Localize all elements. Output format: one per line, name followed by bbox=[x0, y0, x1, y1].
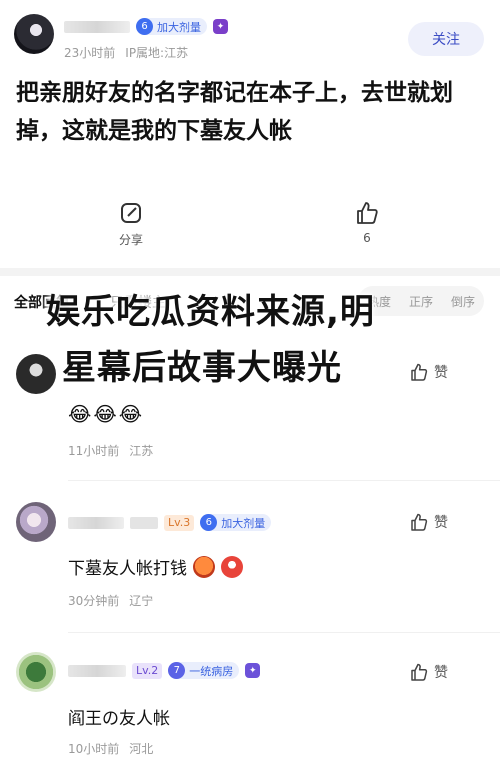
comment-emojis: 😂😂😂 bbox=[68, 402, 145, 426]
post-location: IP属地:江苏 bbox=[125, 46, 189, 60]
poster-name-blurred[interactable] bbox=[64, 20, 130, 33]
follow-button[interactable]: 关注 bbox=[408, 22, 484, 56]
share-button[interactable]: 分享 bbox=[118, 200, 144, 248]
thumbs-up-icon bbox=[411, 513, 428, 531]
post-time: 23小时前 bbox=[64, 46, 116, 60]
comment-location: 江苏 bbox=[129, 444, 154, 458]
like-label: 赞 bbox=[434, 515, 448, 531]
commenter-name-row: Lv.2 7 一统病房 ✦ bbox=[68, 662, 261, 679]
commenter-name-blurred[interactable] bbox=[68, 664, 126, 677]
commenter-name-row: Lv.3 6 加大剂量 bbox=[68, 514, 272, 531]
comment-text: 下墓友人帐打钱 bbox=[68, 559, 187, 579]
section-divider bbox=[0, 268, 500, 276]
comment-meta: 30分钟前 辽宁 bbox=[68, 592, 153, 609]
comment-text: 阎王の友人帐 bbox=[68, 709, 170, 729]
like-button[interactable]: 6 bbox=[354, 200, 380, 245]
sort-asc[interactable]: 正序 bbox=[400, 293, 442, 310]
thumbs-up-icon bbox=[411, 663, 428, 681]
badge-label: 加大剂量 bbox=[221, 516, 266, 530]
comment-location: 河北 bbox=[129, 742, 154, 756]
original-post: 6 加大剂量 ✦ 23小时前 IP属地:江苏 关注 把亲朋好友的名字都记在本子上… bbox=[0, 0, 500, 268]
sort-switch: 热度 正序 倒序 bbox=[357, 286, 484, 316]
like-count: 6 bbox=[363, 231, 371, 245]
comment-time: 30分钟前 bbox=[68, 594, 120, 608]
poster-avatar[interactable] bbox=[14, 14, 54, 54]
title-badge: 6 加大剂量 bbox=[200, 514, 272, 531]
medal-icon: ✦ bbox=[213, 19, 228, 34]
user-level: Lv.3 bbox=[164, 514, 195, 531]
thumbs-up-icon bbox=[411, 363, 428, 381]
comment-time: 11小时前 bbox=[68, 444, 120, 458]
badge-level: 7 bbox=[168, 662, 186, 679]
poster-name-row: 6 加大剂量 ✦ bbox=[64, 18, 228, 35]
comment-like-button[interactable]: 赞 bbox=[409, 362, 448, 382]
comment-time: 10小时前 bbox=[68, 742, 120, 756]
comment-text-row: 下墓友人帐打钱 bbox=[68, 554, 243, 579]
comment-like-button[interactable]: 赞 bbox=[409, 662, 448, 682]
commenter-avatar[interactable] bbox=[16, 652, 56, 692]
badge-level: 6 bbox=[136, 18, 153, 35]
badge-level: 6 bbox=[200, 514, 218, 531]
commenter-name-blurred-2 bbox=[130, 516, 158, 529]
medal-icon: ✦ bbox=[245, 663, 261, 678]
comment-meta: 10小时前 河北 bbox=[68, 740, 153, 757]
comment-separator bbox=[68, 480, 500, 481]
overlay-line-2: 星幕后故事大曝光 bbox=[62, 348, 342, 388]
share-label: 分享 bbox=[118, 233, 143, 247]
share-icon bbox=[121, 203, 141, 223]
comment-item: Lv.2 7 一统病房 ✦ 赞 阎王の友人帐 10小时前 河北 bbox=[0, 640, 500, 765]
comment-item: Lv.3 6 加大剂量 赞 下墓友人帐打钱 30分钟前 辽宁 bbox=[0, 490, 500, 630]
comment-like-button[interactable]: 赞 bbox=[409, 512, 448, 532]
comment-separator bbox=[68, 632, 500, 633]
thumbs-up-icon bbox=[357, 202, 378, 224]
title-badge: 7 一统病房 bbox=[168, 662, 240, 679]
post-meta: 23小时前 IP属地:江苏 bbox=[64, 44, 188, 61]
badge-label: 一统病房 bbox=[189, 664, 234, 678]
commenter-avatar[interactable] bbox=[16, 502, 56, 542]
commenter-name-blurred[interactable] bbox=[68, 516, 124, 529]
post-text: 把亲朋好友的名字都记在本子上，去世就划掉，这就是我的下墓友人帐 bbox=[16, 80, 453, 144]
like-label: 赞 bbox=[434, 365, 448, 381]
user-level: Lv.2 bbox=[132, 662, 163, 679]
sort-desc[interactable]: 倒序 bbox=[442, 293, 484, 310]
overlay-line-1: 娱乐吃瓜资料来源,明 bbox=[46, 292, 375, 332]
commenter-avatar[interactable] bbox=[16, 354, 56, 394]
badge-label: 加大剂量 bbox=[157, 20, 201, 34]
angry-face-icon bbox=[193, 555, 215, 578]
grimace-face-icon bbox=[221, 555, 243, 578]
poster-title-badge: 6 加大剂量 bbox=[136, 18, 207, 35]
comment-meta: 11小时前 江苏 bbox=[68, 442, 153, 459]
like-label: 赞 bbox=[434, 665, 448, 681]
comment-location: 辽宁 bbox=[129, 594, 154, 608]
